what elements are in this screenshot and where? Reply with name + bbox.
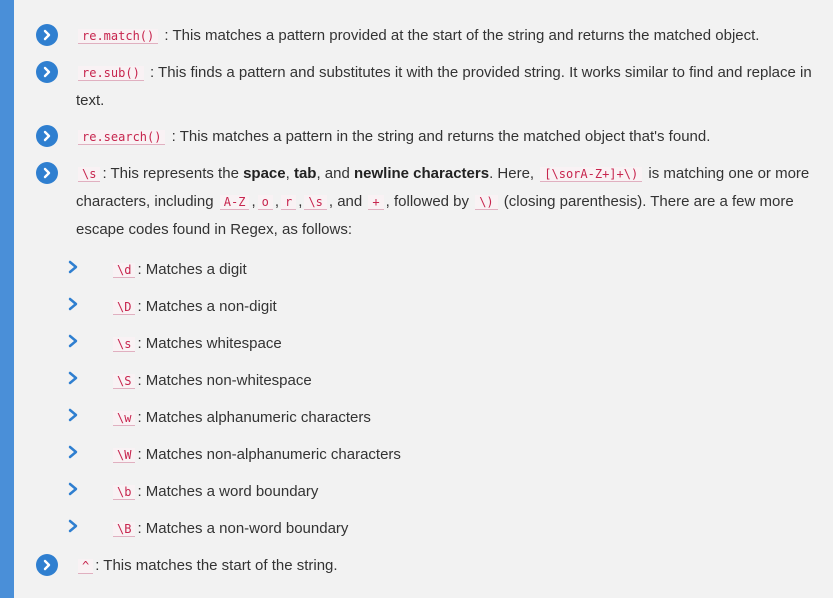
inline-code: ^: [78, 559, 94, 574]
inline-code: \s: [113, 337, 136, 352]
inline-code: re.sub(): [78, 66, 144, 81]
inline-code: \D: [113, 300, 136, 315]
item-text: re.search() : This matches a pattern in …: [76, 123, 816, 151]
chevron-right-icon: [66, 330, 80, 357]
inline-code: A-Z: [219, 195, 250, 210]
chevron-circle-right-icon: [36, 125, 58, 147]
chevron-right-icon: [66, 478, 80, 505]
inline-code: \d: [113, 263, 136, 278]
inline-code: \): [475, 195, 498, 210]
chevron-circle-right-icon: [36, 24, 58, 46]
inline-code: \s: [78, 167, 101, 182]
bold-term: newline characters: [354, 165, 490, 182]
item-text: re.match() : This matches a pattern prov…: [76, 22, 816, 50]
inline-code: r: [281, 195, 297, 210]
inline-code: \b: [113, 485, 136, 500]
chevron-right-icon: [66, 367, 80, 394]
inline-code: \W: [113, 448, 136, 463]
chevron-circle-right-icon: [36, 162, 58, 184]
bold-term: tab: [293, 165, 317, 182]
chevron-right-icon: [66, 256, 80, 283]
inline-code: o: [257, 195, 273, 210]
chevron-circle-right-icon: [36, 554, 58, 576]
inline-code: \w: [113, 411, 136, 426]
chevron-right-icon: [66, 441, 80, 468]
content-panel: re.match() : This matches a pattern prov…: [0, 0, 833, 598]
inline-code: re.match(): [78, 29, 159, 44]
bold-term: space: [243, 165, 286, 182]
item-text: ^: This matches the start of the string.: [76, 552, 816, 580]
inline-code: \s: [304, 195, 327, 210]
inline-code: re.search(): [78, 130, 166, 145]
chevron-right-icon: [66, 404, 80, 431]
inline-code: \S: [113, 374, 136, 389]
inline-code: \B: [113, 522, 136, 537]
inline-code: +: [368, 195, 384, 210]
item-text: re.sub() : This finds a pattern and subs…: [76, 64, 812, 109]
inline-code: [\sorA-Z+]+\): [540, 167, 643, 182]
chevron-right-icon: [66, 293, 80, 320]
item-text: \s: This represents the space, tab, and …: [76, 165, 810, 238]
chevron-circle-right-icon: [36, 61, 58, 83]
chevron-right-icon: [66, 515, 80, 542]
